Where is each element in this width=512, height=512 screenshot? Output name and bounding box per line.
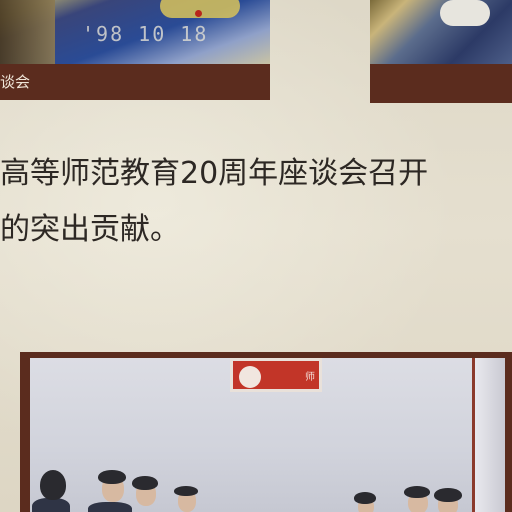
person-head (354, 492, 376, 504)
photo-shadow-area (0, 0, 55, 64)
meeting-room-scene: 师 (30, 358, 500, 512)
person-head (434, 488, 462, 502)
door-frame (472, 358, 505, 512)
emblem-icon (239, 366, 261, 388)
photo-highlight (440, 0, 490, 26)
photo-bottom: 师 (20, 352, 512, 512)
photo-scene: '98 10 18 (0, 0, 270, 64)
person-head (404, 486, 430, 498)
photo-caption: 谈会 (0, 64, 270, 100)
date-stamp: '98 10 18 (82, 22, 209, 46)
person-head (132, 476, 158, 490)
printed-page: '98 10 18 谈会 高等师范教育20周年座谈会召开 的突出贡献。 师 (0, 0, 512, 512)
photo-scene (370, 0, 512, 64)
article-line-2: 的突出贡献。 (0, 212, 180, 247)
photo-top-left: '98 10 18 谈会 (0, 0, 270, 100)
photo-red-dot (195, 10, 202, 17)
article-line-1: 高等师范教育20周年座谈会召开 (0, 156, 429, 191)
person-head (98, 470, 126, 484)
person (32, 498, 70, 512)
banner-text: 师 (305, 372, 315, 383)
person-head (174, 486, 198, 496)
person-head (40, 470, 66, 500)
person (88, 502, 132, 512)
article-body: 高等师范教育20周年座谈会召开 的突出贡献。 (0, 146, 512, 258)
wall-banner: 师 (230, 358, 322, 392)
photo-top-right (370, 0, 512, 103)
